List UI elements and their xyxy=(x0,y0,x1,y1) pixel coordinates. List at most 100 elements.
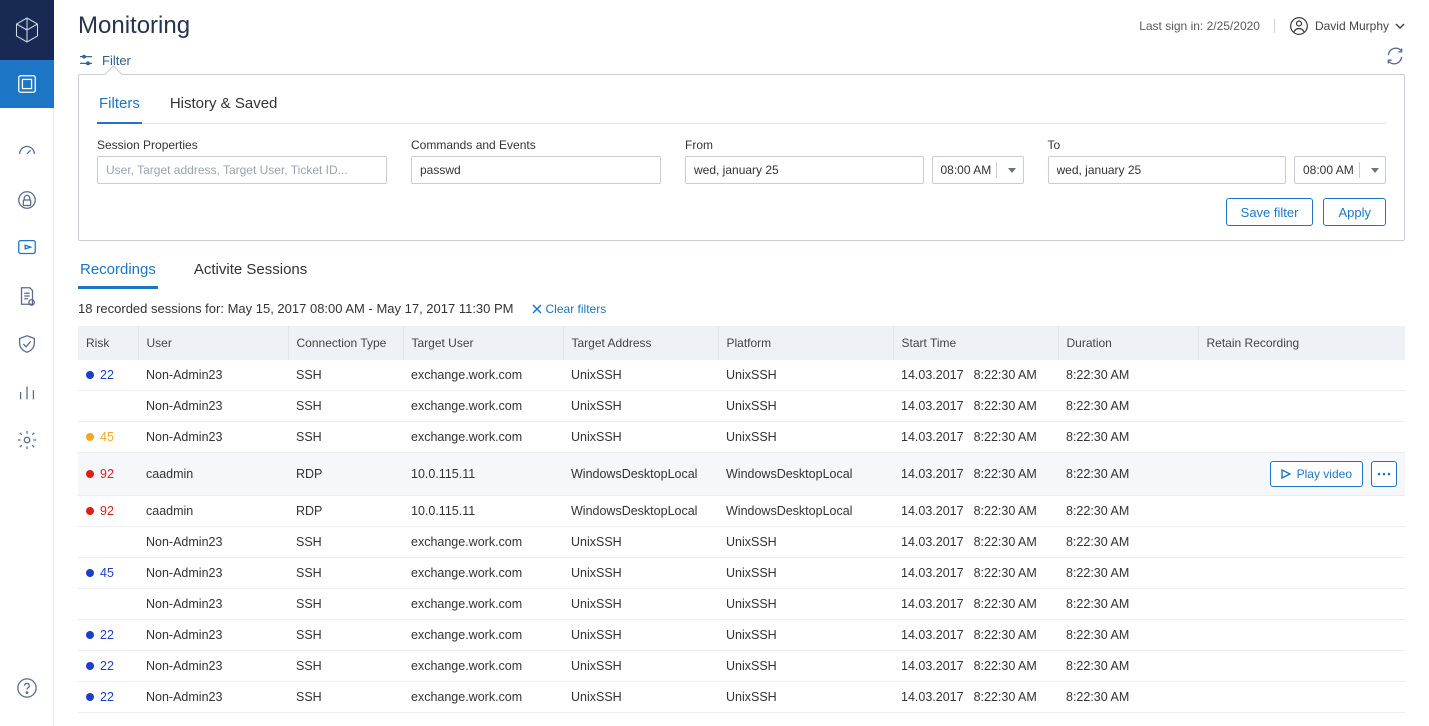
cell-taddr: UnixSSH xyxy=(563,422,718,453)
cell-tuser: exchange.work.com xyxy=(403,682,563,713)
cell-tuser: exchange.work.com xyxy=(403,589,563,620)
to-time-select[interactable]: 08:00 AM xyxy=(1294,156,1386,184)
cell-risk: 22 xyxy=(78,360,138,391)
cell-risk: 92 xyxy=(78,496,138,527)
table-row[interactable]: Non-Admin23 SSH exchange.work.com UnixSS… xyxy=(78,391,1405,422)
nav-report-icon[interactable] xyxy=(0,272,54,320)
nav-gauge-icon[interactable] xyxy=(0,128,54,176)
cell-conn: RDP xyxy=(288,496,403,527)
tab-history-saved[interactable]: History & Saved xyxy=(168,89,280,123)
cell-user: Non-Admin23 xyxy=(138,360,288,391)
col-platform[interactable]: Platform xyxy=(718,326,893,360)
apply-button[interactable]: Apply xyxy=(1323,198,1386,226)
to-date-input[interactable] xyxy=(1048,156,1287,184)
risk-dot-icon xyxy=(86,569,94,577)
risk-value: 45 xyxy=(100,566,114,580)
table-row[interactable]: 92 caadmin RDP 10.0.115.11 WindowsDeskto… xyxy=(78,496,1405,527)
table-row[interactable]: 22 Non-Admin23 SSH exchange.work.com Uni… xyxy=(78,682,1405,713)
cell-user: Non-Admin23 xyxy=(138,651,288,682)
cell-dur: 8:22:30 AM xyxy=(1058,422,1198,453)
nav-shield-icon[interactable] xyxy=(0,320,54,368)
cell-platform: UnixSSH xyxy=(718,682,893,713)
col-taddr[interactable]: Target Address xyxy=(563,326,718,360)
dots-icon xyxy=(1377,472,1391,476)
user-icon xyxy=(1289,16,1309,36)
cell-start: 14.03.20178:22:30 AM xyxy=(893,651,1058,682)
cell-dur: 8:22:30 AM xyxy=(1058,453,1198,496)
clear-filters-link[interactable]: Clear filters xyxy=(532,302,607,316)
refresh-button[interactable] xyxy=(1385,46,1405,74)
nav-chart-icon[interactable] xyxy=(0,368,54,416)
tab-recordings[interactable]: Recordings xyxy=(78,257,158,289)
cell-conn: SSH xyxy=(288,682,403,713)
commands-input[interactable] xyxy=(411,156,661,184)
filter-toggle-label: Filter xyxy=(102,53,131,68)
cell-platform: UnixSSH xyxy=(718,391,893,422)
clear-filters-label: Clear filters xyxy=(546,302,607,316)
cell-risk: 22 xyxy=(78,651,138,682)
cell-conn: SSH xyxy=(288,558,403,589)
table-row[interactable]: Non-Admin23 SSH exchange.work.com UnixSS… xyxy=(78,527,1405,558)
col-risk[interactable]: Risk xyxy=(78,326,138,360)
col-dur[interactable]: Duration xyxy=(1058,326,1198,360)
cell-conn: SSH xyxy=(288,391,403,422)
nav-app-icon[interactable] xyxy=(0,60,54,108)
col-start[interactable]: Start Time xyxy=(893,326,1058,360)
cell-tuser: 10.0.115.11 xyxy=(403,453,563,496)
cell-conn: RDP xyxy=(288,453,403,496)
col-user[interactable]: User xyxy=(138,326,288,360)
cell-start: 14.03.20178:22:30 AM xyxy=(893,527,1058,558)
cell-start: 14.03.20178:22:30 AM xyxy=(893,682,1058,713)
cell-platform: WindowsDesktopLocal xyxy=(718,496,893,527)
cell-dur: 8:22:30 AM xyxy=(1058,620,1198,651)
table-row[interactable]: 45 Non-Admin23 SSH exchange.work.com Uni… xyxy=(78,422,1405,453)
session-props-input[interactable] xyxy=(97,156,387,184)
cell-platform: UnixSSH xyxy=(718,360,893,391)
from-date-input[interactable] xyxy=(685,156,924,184)
cell-platform: UnixSSH xyxy=(718,527,893,558)
from-time-select[interactable]: 08:00 AM xyxy=(932,156,1024,184)
cell-user: Non-Admin23 xyxy=(138,391,288,422)
risk-value: 22 xyxy=(100,368,114,382)
col-tuser[interactable]: Target User xyxy=(403,326,563,360)
nav-gear-icon[interactable] xyxy=(0,416,54,464)
refresh-icon xyxy=(1385,46,1405,66)
table-row[interactable]: 22 Non-Admin23 SSH exchange.work.com Uni… xyxy=(78,360,1405,391)
risk-value: 22 xyxy=(100,628,114,642)
risk-value: 22 xyxy=(100,659,114,673)
table-row[interactable]: Non-Admin23 SSH exchange.work.com UnixSS… xyxy=(78,589,1405,620)
more-actions-button[interactable] xyxy=(1371,461,1397,487)
table-row[interactable]: 22 Non-Admin23 SSH exchange.work.com Uni… xyxy=(78,620,1405,651)
cell-taddr: UnixSSH xyxy=(563,651,718,682)
cell-platform: UnixSSH xyxy=(718,589,893,620)
tab-active-sessions[interactable]: Activite Sessions xyxy=(192,257,309,289)
cell-user: Non-Admin23 xyxy=(138,589,288,620)
cell-start: 14.03.20178:22:30 AM xyxy=(893,496,1058,527)
cell-user: caadmin xyxy=(138,453,288,496)
nav-help-icon[interactable] xyxy=(0,664,54,712)
risk-value: 45 xyxy=(100,430,114,444)
play-video-button[interactable]: Play video xyxy=(1270,461,1363,487)
col-retain[interactable]: Retain Recording xyxy=(1198,326,1405,360)
cell-platform: UnixSSH xyxy=(718,620,893,651)
cell-tuser: 10.0.115.11 xyxy=(403,496,563,527)
cell-dur: 8:22:30 AM xyxy=(1058,527,1198,558)
cell-retain xyxy=(1198,651,1405,682)
sliders-icon xyxy=(78,52,94,68)
tab-filters[interactable]: Filters xyxy=(97,89,142,124)
user-menu[interactable]: David Murphy xyxy=(1289,16,1405,36)
session-props-label: Session Properties xyxy=(97,138,387,152)
nav-monitor-icon[interactable] xyxy=(0,224,54,272)
cell-taddr: UnixSSH xyxy=(563,558,718,589)
risk-value: 92 xyxy=(100,504,114,518)
col-conn[interactable]: Connection Type xyxy=(288,326,403,360)
table-row[interactable]: 22 Non-Admin23 SSH exchange.work.com Uni… xyxy=(78,651,1405,682)
cell-user: Non-Admin23 xyxy=(138,620,288,651)
risk-dot-icon xyxy=(86,433,94,441)
table-row[interactable]: 92 caadmin RDP 10.0.115.11 WindowsDeskto… xyxy=(78,453,1405,496)
cell-tuser: exchange.work.com xyxy=(403,422,563,453)
save-filter-button[interactable]: Save filter xyxy=(1226,198,1314,226)
filter-toggle[interactable]: Filter xyxy=(78,52,131,68)
table-row[interactable]: 45 Non-Admin23 SSH exchange.work.com Uni… xyxy=(78,558,1405,589)
nav-lock-icon[interactable] xyxy=(0,176,54,224)
